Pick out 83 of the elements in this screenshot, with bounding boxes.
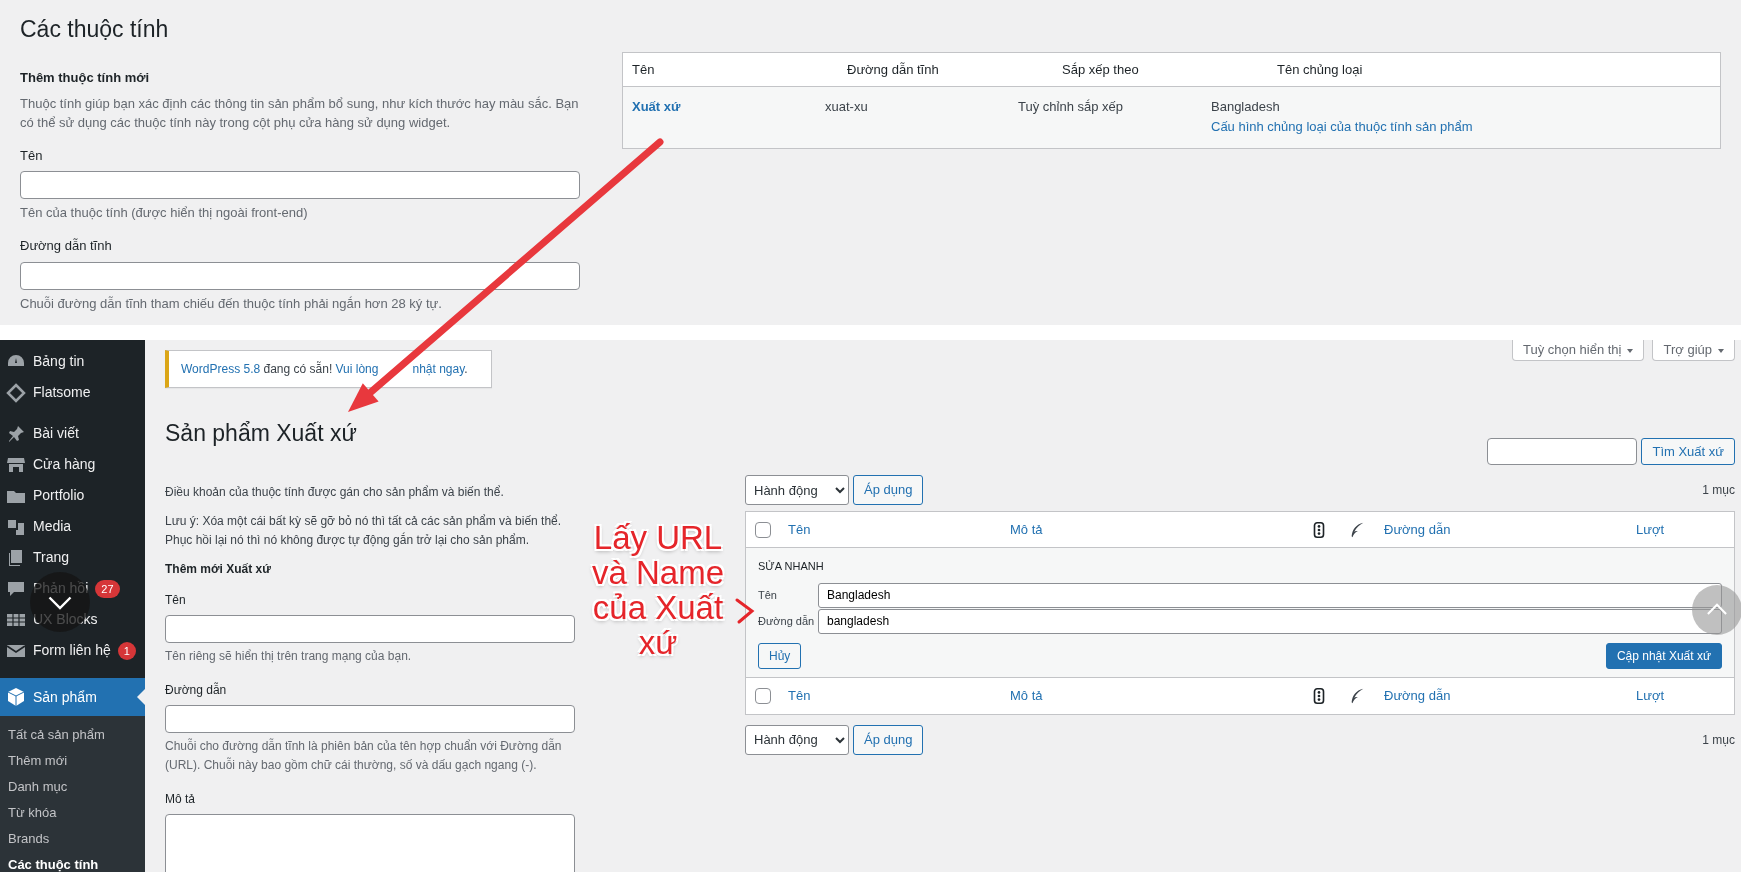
search-field[interactable]: [1487, 438, 1638, 465]
note-text: Lưu ý: Xóa một cái bất kỳ sẽ gỡ bỏ nó thì tất cả các sản phẩm và biến thể. Phục hồi lại nó thì nó không được tự động gắn trở lại cho sản phẩm.: [165, 513, 563, 549]
field-label: Tên: [20, 146, 43, 165]
checkbox[interactable]: [755, 687, 771, 704]
submenu-item[interactable]: Từ khóa: [0, 800, 145, 826]
description-text: Thuộc tính giúp bạn xác định các thông tin sản phẩm bổ sung, như kích thước hay màu sắc. Bạn có thể sử dụng các thuộc tính này trong cột phụ cửa hàng sử dụng widget.: [20, 94, 580, 132]
cancel-button[interactable]: Hủy: [758, 642, 802, 669]
form-heading: Thêm mới Xuất xứ: [165, 562, 272, 577]
box-icon: [6, 687, 26, 707]
submenu-item[interactable]: Thêm mới: [0, 748, 145, 774]
checkbox[interactable]: [755, 521, 771, 538]
sidebar-item[interactable]: Cửa hàng: [0, 449, 145, 480]
sidebar-item[interactable]: Portfolio: [0, 480, 145, 511]
help-text: Chuỗi cho đường dẫn tĩnh là phiên bản của tên hợp chuẩn với Đường dẫn (URL). Chuỗi này bao gồm chữ cái thường, số và dấu gạch ngang (-).: [165, 737, 563, 775]
diamond-icon: [6, 382, 26, 403]
sidebar-item[interactable]: Form liên hệ 1: [0, 635, 145, 666]
column-header[interactable]: Mô tả: [1010, 521, 1043, 537]
notice-text: WordPress 5.8 đang có sẵn! Vui lòng nhật ngay.: [181, 360, 469, 378]
apply-button[interactable]: Áp dụng: [853, 475, 924, 505]
field-label: Đường dẫn tĩnh: [20, 237, 112, 256]
configure-link[interactable]: Cấu hình chủng loại của thuộc tính sản phẩm: [1211, 116, 1473, 136]
dropdown-button[interactable]: Tuỳ chọn hiển thị: [1511, 340, 1645, 361]
annotation-text: Lấy URL và Name của Xuất xứ: [590, 520, 726, 660]
page-title: Các thuộc tính: [20, 15, 170, 44]
field-label: Đường dẫn: [165, 681, 227, 700]
column-header: Tên: [631, 60, 656, 79]
help-text: Tên của thuộc tính (được hiển thị ngoài front-end): [20, 204, 309, 223]
submenu-item[interactable]: Các thuộc tính: [0, 852, 145, 872]
section-heading: Thêm thuộc tính mới: [20, 70, 151, 86]
sidebar-item[interactable]: Trang: [0, 542, 145, 573]
item-count: 1 mục: [1702, 482, 1735, 499]
caret-icon: [1718, 348, 1724, 353]
column-header[interactable]: Tên: [788, 521, 811, 537]
attribute-link[interactable]: Xuất xứ: [632, 99, 681, 114]
section-heading: SỬA NHANH: [758, 559, 825, 574]
column-header[interactable]: Lượt: [1636, 521, 1665, 537]
submenu-item[interactable]: Tất cả sản phẩm: [0, 722, 145, 748]
count-badge: 1: [117, 641, 136, 660]
column-header[interactable]: Lượt: [1636, 687, 1665, 703]
sidebar-item[interactable]: Bảng tin: [0, 346, 145, 377]
item-count: 1 mục: [1702, 731, 1735, 749]
column-header: Đường dẫn tĩnh: [846, 60, 940, 79]
field-label: Tên: [758, 587, 778, 603]
intro-text: Điều khoản của thuộc tính được gán cho sản phẩm và biến thể.: [165, 484, 505, 501]
text-field[interactable]: [20, 171, 580, 200]
notice-link[interactable]: WordPress 5.8: [181, 362, 261, 376]
column-header: Sắp xếp theo: [1061, 60, 1140, 79]
field-label: Tên: [165, 592, 186, 610]
notice-link[interactable]: Vui lòng: [335, 362, 379, 376]
column-header[interactable]: Mô tả: [1010, 687, 1043, 703]
dropdown-button[interactable]: Trợ giúp: [1652, 340, 1735, 361]
sidebar-item[interactable]: Media: [0, 511, 145, 542]
submenu-item[interactable]: Brands: [0, 826, 145, 852]
count-badge: 27: [95, 579, 120, 598]
caret-icon: [1627, 348, 1634, 353]
bulk-action-select[interactable]: Hành động: [745, 475, 849, 505]
scroll-top-button[interactable]: [1692, 585, 1741, 635]
table-cell: Tuỳ chỉnh sắp xếp: [1018, 99, 1124, 114]
table-cell: xuat-xu: [825, 99, 868, 114]
page-title: Sản phẩm Xuất xứ: [165, 419, 358, 448]
column-header: Tên chủng loại: [1276, 60, 1364, 79]
text-field[interactable]: bangladesh: [818, 608, 1722, 634]
sidebar-item[interactable]: Bài viết: [0, 418, 145, 449]
column-header[interactable]: Đường dẫn: [1384, 521, 1451, 537]
column-header[interactable]: Đường dẫn: [1384, 687, 1451, 703]
pin-icon: [6, 423, 26, 444]
apply-button[interactable]: Áp dụng: [853, 724, 924, 755]
text-field[interactable]: [165, 615, 575, 644]
field-label: Đường dẫn: [758, 613, 816, 629]
sidebar-item[interactable]: Sản phẩm: [0, 678, 145, 716]
column-header[interactable]: Tên: [788, 687, 811, 703]
update-button[interactable]: Cập nhật Xuất xứ: [1605, 642, 1722, 669]
help-text: Chuỗi đường dẫn tĩnh tham chiếu đến thuộc tính phải ngắn hơn 28 ký tự.: [20, 294, 443, 313]
text-field[interactable]: [20, 261, 580, 290]
sidebar-item[interactable]: Flatsome: [0, 377, 145, 408]
help-text: Tên riêng sẽ hiển thị trên trang mạng của bạn.: [165, 648, 413, 666]
field-label: Mô tả: [165, 791, 195, 809]
submenu-item[interactable]: Danh mục: [0, 774, 145, 800]
text-field[interactable]: Bangladesh: [818, 582, 1722, 608]
bulk-action-select[interactable]: Hành động: [745, 724, 849, 755]
text-field[interactable]: [165, 705, 575, 734]
table-cell-text: Bangladesh: [1211, 98, 1280, 116]
search-button[interactable]: Tìm Xuất xứ: [1641, 438, 1735, 465]
